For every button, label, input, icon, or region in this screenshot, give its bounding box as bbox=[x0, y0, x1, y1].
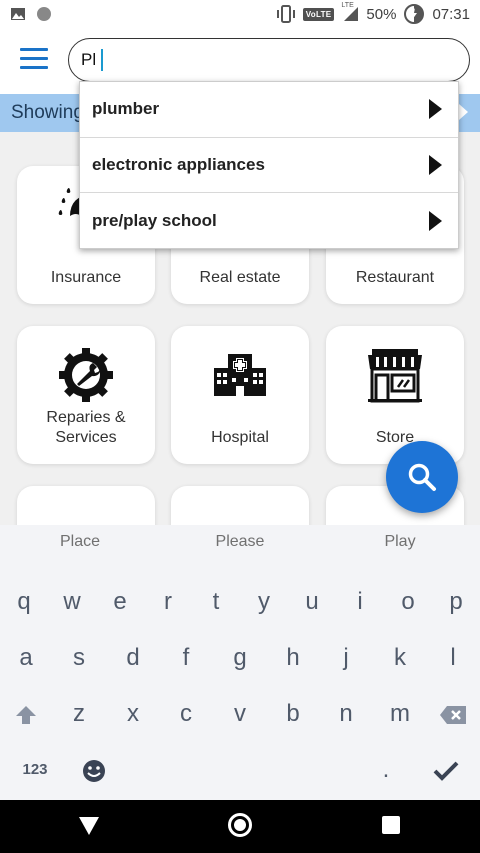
suggestion-label: plumber bbox=[92, 99, 160, 119]
emoji-key[interactable] bbox=[74, 743, 114, 797]
key-c[interactable]: c bbox=[166, 687, 206, 741]
word-suggestion[interactable]: Place bbox=[0, 525, 160, 565]
space-bar[interactable] bbox=[123, 745, 359, 793]
key-o[interactable]: o bbox=[388, 575, 428, 629]
key-row-1: q w e r t y u i o p bbox=[0, 575, 480, 629]
suggestion-item[interactable]: pre/play school bbox=[80, 193, 458, 249]
keyboard-suggestion-strip: Place Please Play bbox=[0, 525, 480, 565]
search-icon bbox=[408, 463, 436, 491]
key-u[interactable]: u bbox=[292, 575, 332, 629]
soft-keyboard: Place Please Play q w e r t y u i o p a … bbox=[0, 525, 480, 800]
key-b[interactable]: b bbox=[273, 687, 313, 741]
category-label: Real estate bbox=[199, 269, 281, 286]
category-tile-repairs-services[interactable]: Reparies & Services bbox=[17, 326, 155, 464]
navigation-bar bbox=[0, 800, 480, 853]
play-arrow-icon bbox=[429, 154, 442, 175]
category-label: Restaurant bbox=[355, 269, 435, 286]
period-key[interactable]: . bbox=[366, 743, 406, 797]
word-suggestion[interactable]: Play bbox=[320, 525, 480, 565]
search-box[interactable] bbox=[68, 38, 470, 82]
shift-icon bbox=[16, 705, 36, 724]
tools-icon bbox=[57, 346, 115, 404]
key-k[interactable]: k bbox=[380, 631, 420, 685]
record-icon bbox=[37, 7, 51, 21]
key-r[interactable]: r bbox=[148, 575, 188, 629]
teacher-icon bbox=[215, 506, 265, 525]
play-arrow-icon bbox=[429, 99, 442, 120]
results-label: Showing bbox=[11, 102, 84, 123]
signal-icon: LTE bbox=[341, 2, 359, 22]
suggestion-item[interactable]: plumber bbox=[80, 82, 458, 138]
word-suggestion[interactable]: Please bbox=[160, 525, 320, 565]
key-n[interactable]: n bbox=[326, 687, 366, 741]
backspace-key[interactable] bbox=[433, 687, 473, 741]
menu-icon[interactable] bbox=[20, 48, 48, 70]
key-row-2: a s d f g h j k l bbox=[0, 631, 480, 685]
emoji-icon bbox=[83, 759, 105, 782]
key-x[interactable]: x bbox=[113, 687, 153, 741]
electrician-icon bbox=[56, 506, 116, 525]
key-g[interactable]: g bbox=[220, 631, 260, 685]
autocomplete-dropdown: plumber electronic appliances pre/play s… bbox=[79, 81, 459, 249]
category-label: Hospital bbox=[211, 429, 269, 446]
volte-badge: VoLTE bbox=[302, 7, 335, 21]
key-p[interactable]: p bbox=[436, 575, 476, 629]
backspace-icon bbox=[440, 705, 466, 724]
vibrate-icon bbox=[276, 5, 295, 23]
text-cursor bbox=[101, 49, 103, 71]
clock: 07:31 bbox=[432, 5, 470, 23]
search-input[interactable] bbox=[81, 50, 101, 70]
shift-key[interactable] bbox=[6, 687, 46, 741]
key-j[interactable]: j bbox=[326, 631, 366, 685]
enter-key[interactable] bbox=[426, 743, 466, 797]
key-e[interactable]: e bbox=[100, 575, 140, 629]
home-icon[interactable] bbox=[228, 813, 252, 837]
category-label: Insurance bbox=[50, 269, 122, 286]
checkmark-icon bbox=[433, 761, 459, 781]
category-label: Reparies & Services bbox=[46, 409, 126, 446]
results-arrow-icon[interactable] bbox=[459, 104, 468, 120]
key-s[interactable]: s bbox=[59, 631, 99, 685]
key-y[interactable]: y bbox=[244, 575, 284, 629]
key-row-3: z x c v b n m bbox=[0, 687, 480, 741]
store-icon bbox=[366, 346, 424, 404]
battery-charging-icon bbox=[404, 4, 425, 24]
recents-icon[interactable] bbox=[382, 816, 400, 834]
key-h[interactable]: h bbox=[273, 631, 313, 685]
key-i[interactable]: i bbox=[340, 575, 380, 629]
key-z[interactable]: z bbox=[59, 687, 99, 741]
key-m[interactable]: m bbox=[380, 687, 420, 741]
category-tile-electrician[interactable] bbox=[17, 486, 155, 525]
key-a[interactable]: a bbox=[6, 631, 46, 685]
hospital-icon bbox=[212, 346, 268, 404]
suggestion-label: electronic appliances bbox=[92, 154, 265, 174]
key-w[interactable]: w bbox=[52, 575, 92, 629]
numbers-key[interactable]: 123 bbox=[14, 743, 56, 797]
search-fab[interactable] bbox=[386, 441, 458, 513]
suggestion-item[interactable]: electronic appliances bbox=[80, 138, 458, 193]
key-f[interactable]: f bbox=[166, 631, 206, 685]
key-v[interactable]: v bbox=[220, 687, 260, 741]
category-tile-teacher[interactable] bbox=[171, 486, 309, 525]
category-tile-store[interactable]: Store bbox=[326, 326, 464, 464]
suggestion-label: pre/play school bbox=[92, 210, 217, 230]
key-l[interactable]: l bbox=[433, 631, 473, 685]
status-bar: VoLTE LTE 50% 07:31 bbox=[0, 0, 480, 28]
back-icon[interactable] bbox=[79, 817, 99, 835]
image-icon bbox=[11, 8, 25, 20]
key-t[interactable]: t bbox=[196, 575, 236, 629]
key-d[interactable]: d bbox=[113, 631, 153, 685]
play-arrow-icon bbox=[429, 210, 442, 231]
key-q[interactable]: q bbox=[4, 575, 44, 629]
category-tile-hospital[interactable]: Hospital bbox=[171, 326, 309, 464]
battery-percent: 50% bbox=[366, 5, 397, 23]
